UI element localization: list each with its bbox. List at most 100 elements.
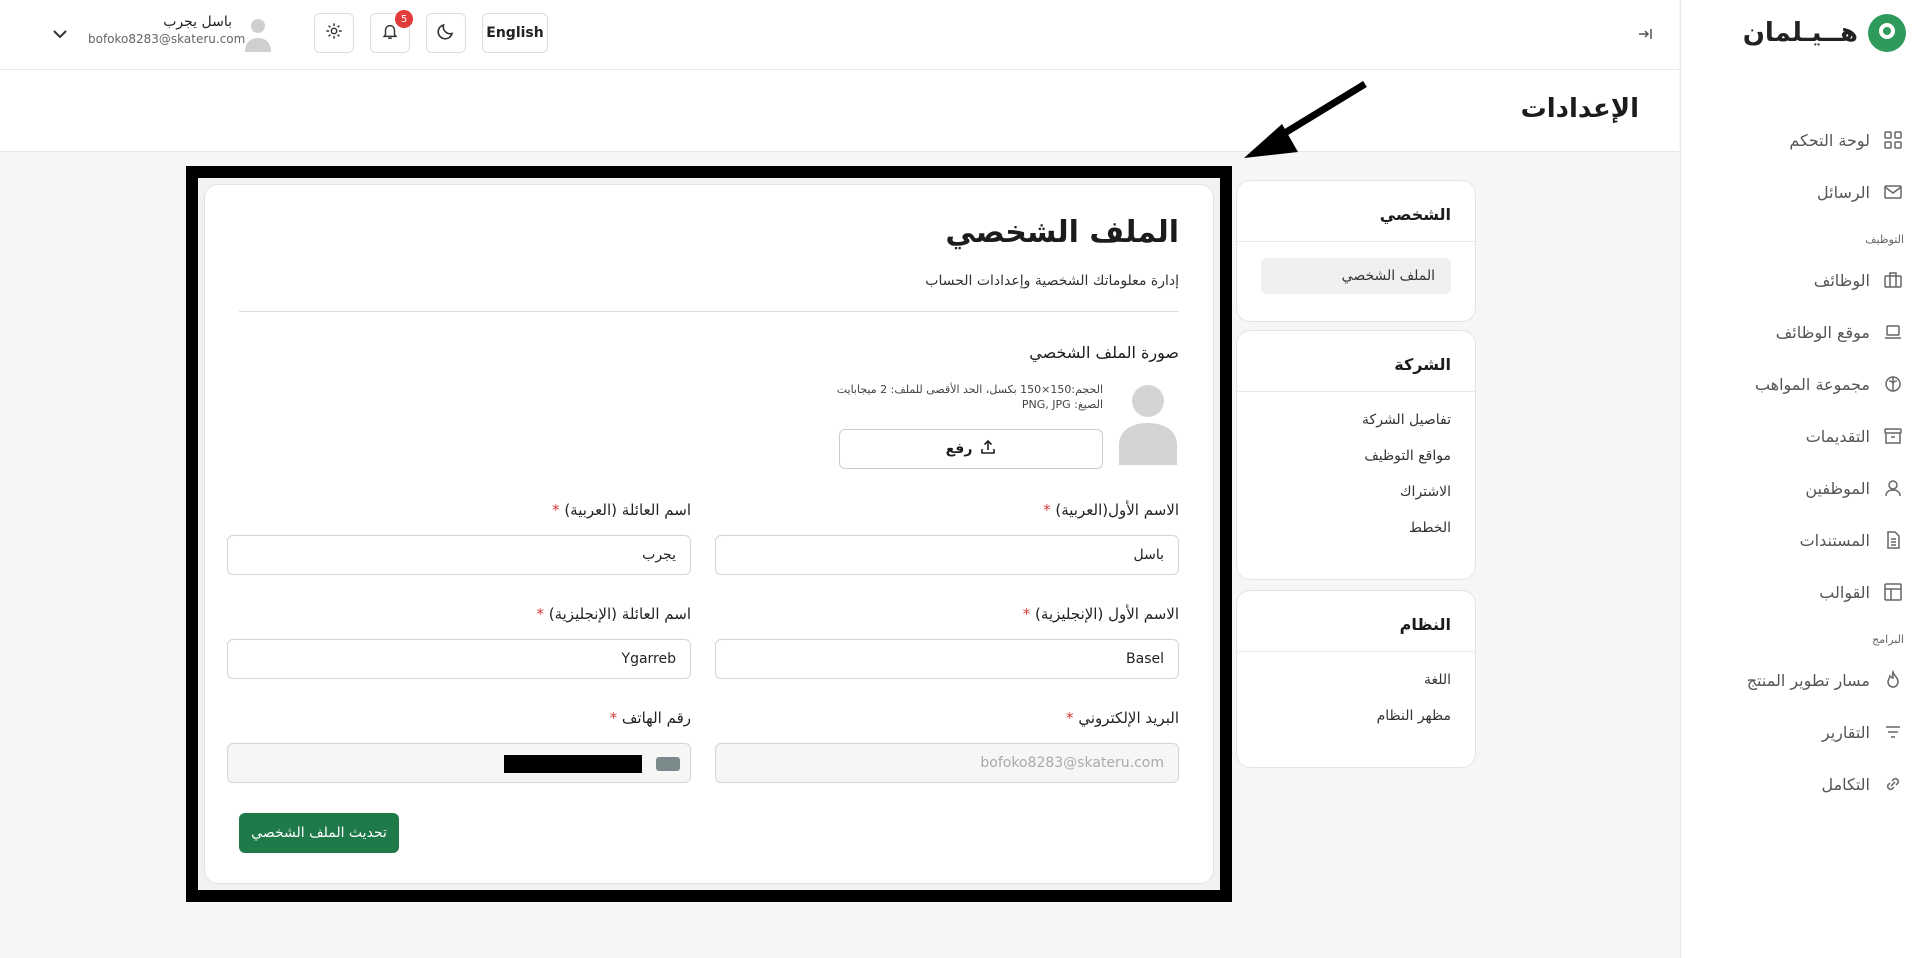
annotation-arrow <box>1244 81 1367 158</box>
sidebar-item-applications[interactable]: التقديمات <box>1681 410 1920 462</box>
last-name-en-label: اسم العائلة (الإنجليزية) * <box>536 605 691 623</box>
upload-icon <box>980 439 996 459</box>
user-menu[interactable]: باسل يجرب bofoko8283@skateru.com <box>88 14 246 46</box>
gear-icon <box>325 22 343 44</box>
phone-label: رقم الهاتف * <box>610 709 691 727</box>
user-email: bofoko8283@skateru.com <box>88 32 246 46</box>
settings-link-hiring-sites[interactable]: مواقع التوظيف <box>1237 438 1475 474</box>
profile-title: الملف الشخصي <box>945 215 1179 250</box>
required-mark: * <box>552 501 560 519</box>
first-name-en-field[interactable]: Basel <box>715 639 1179 679</box>
sidebar-item-jobs[interactable]: الوظائف <box>1681 254 1920 306</box>
notifications-button[interactable]: 5 <box>370 10 413 53</box>
sidebar-item-label: المستندات <box>1799 530 1870 550</box>
sidebar-section-programs: البرامج <box>1872 633 1904 646</box>
sidebar-item-label: الموظفين <box>1805 478 1870 498</box>
archive-icon <box>1882 425 1904 447</box>
highlight-frame: الملف الشخصي إدارة معلوماتك الشخصية وإعد… <box>186 166 1232 902</box>
label-text: رقم الهاتف <box>621 709 691 727</box>
topbar: باسل يجرب bofoko8283@skateru.com 5 Engli… <box>0 0 1679 70</box>
grid-icon <box>1882 129 1904 151</box>
flame-icon <box>1882 669 1904 691</box>
required-mark: * <box>1043 501 1051 519</box>
sidebar-item-employees[interactable]: الموظفين <box>1681 462 1920 514</box>
layout-icon <box>1882 581 1904 603</box>
sidebar-nav: لوحة التحكم الرسائل التوظيف الوظائف موقع… <box>1681 66 1920 810</box>
settings-section-title: النظام <box>1399 615 1451 634</box>
sidebar-item-label: التكامل <box>1821 774 1870 794</box>
brand[interactable]: هــيـلمان <box>1681 0 1920 66</box>
language-button[interactable]: English <box>482 13 548 53</box>
brand-logo-icon <box>1868 14 1906 52</box>
sidebar-item-label: الوظائف <box>1813 270 1870 290</box>
phone-field[interactable] <box>227 743 691 783</box>
page-title: الإعدادات <box>1520 94 1639 124</box>
sidebar-item-dashboard[interactable]: لوحة التحكم <box>1681 114 1920 166</box>
sidebar-item-label: القوالب <box>1819 582 1870 602</box>
sidebar-item-product-roadmap[interactable]: مسار تطوير المنتج <box>1681 654 1920 706</box>
settings-link-plans[interactable]: الخطط <box>1237 510 1475 546</box>
sidebar-item-messages[interactable]: الرسائل <box>1681 166 1920 218</box>
sidebar-item-integration[interactable]: التكامل <box>1681 758 1920 810</box>
required-mark: * <box>1066 709 1074 727</box>
country-flag-icon[interactable] <box>656 757 680 771</box>
chevron-down-icon[interactable] <box>48 22 72 46</box>
sidebar-item-reports[interactable]: التقارير <box>1681 706 1920 758</box>
moon-icon <box>436 21 456 45</box>
avatar[interactable] <box>243 16 273 52</box>
label-text: الاسم الأول (الإنجليزية) <box>1035 605 1179 623</box>
first-name-en-label: الاسم الأول (الإنجليزية) * <box>1023 605 1179 623</box>
settings-link-appearance[interactable]: مظهر النظام <box>1237 698 1475 734</box>
first-name-ar-field[interactable]: باسل <box>715 535 1179 575</box>
sidebar-item-label: الرسائل <box>1817 182 1870 202</box>
sidebar-item-label: مسار تطوير المنتج <box>1746 670 1870 690</box>
sidebar-item-talent-pool[interactable]: مجموعة المواهب <box>1681 358 1920 410</box>
sidebar-item-templates[interactable]: القوالب <box>1681 566 1920 618</box>
upload-button[interactable]: رفع <box>839 429 1103 469</box>
required-mark: * <box>609 709 618 727</box>
brand-name: هــيـلمان <box>1742 18 1858 48</box>
collapse-sidebar-icon[interactable] <box>1633 22 1657 46</box>
sidebar-item-label: لوحة التحكم <box>1789 130 1870 150</box>
sidebar-item-label: التقارير <box>1821 722 1870 742</box>
brain-icon <box>1882 373 1904 395</box>
settings-button[interactable] <box>314 13 354 53</box>
last-name-en-field[interactable]: Ygarreb <box>227 639 691 679</box>
laptop-icon <box>1882 321 1904 343</box>
filter-icon <box>1882 721 1904 743</box>
settings-link-subscription[interactable]: الاشتراك <box>1237 474 1475 510</box>
settings-link-language[interactable]: اللغة <box>1237 662 1475 698</box>
settings-link-profile[interactable]: الملف الشخصي <box>1261 258 1451 294</box>
settings-card-company: الشركة تفاصيل الشركة مواقع التوظيف الاشت… <box>1236 330 1476 580</box>
sidebar-item-documents[interactable]: المستندات <box>1681 514 1920 566</box>
settings-section-title: الشخصي <box>1379 205 1451 224</box>
label-text: اسم العائلة (العربية) <box>564 501 691 519</box>
email-label: البريد الإلكتروني * <box>1066 709 1179 727</box>
sidebar-item-label: مجموعة المواهب <box>1754 374 1870 394</box>
theme-toggle-button[interactable] <box>426 13 466 53</box>
last-name-ar-label: اسم العائلة (العربية) * <box>552 501 691 519</box>
label-text: اسم العائلة (الإنجليزية) <box>548 605 691 623</box>
sidebar-item-label: التقديمات <box>1805 426 1870 446</box>
divider <box>239 311 1179 312</box>
update-profile-button[interactable]: تحديث الملف الشخصي <box>239 813 399 853</box>
photo-hint-size: الحجم:150×150 بكسل، الحد الأقصى للملف: 2… <box>836 383 1103 396</box>
mail-icon <box>1882 181 1904 203</box>
last-name-ar-field[interactable]: يجرب <box>227 535 691 575</box>
settings-link-company-details[interactable]: تفاصيل الشركة <box>1237 402 1475 438</box>
user-icon <box>1882 477 1904 499</box>
sidebar-item-label: موقع الوظائف <box>1775 322 1870 342</box>
user-name: باسل يجرب <box>163 14 232 30</box>
phone-redacted <box>504 755 642 773</box>
briefcase-icon <box>1882 269 1904 291</box>
sidebar-item-jobs-site[interactable]: موقع الوظائف <box>1681 306 1920 358</box>
upload-label: رفع <box>945 441 973 457</box>
required-mark: * <box>1022 605 1031 623</box>
label-text: الاسم الأول(العربية) <box>1055 501 1179 519</box>
page-header: الإعدادات <box>0 70 1679 152</box>
sidebar-section-hiring: التوظيف <box>1865 233 1904 246</box>
first-name-ar-label: الاسم الأول(العربية) * <box>1043 501 1179 519</box>
notification-badge: 5 <box>395 10 413 28</box>
profile-card: الملف الشخصي إدارة معلوماتك الشخصية وإعد… <box>204 184 1214 884</box>
email-field: bofoko8283@skateru.com <box>715 743 1179 783</box>
